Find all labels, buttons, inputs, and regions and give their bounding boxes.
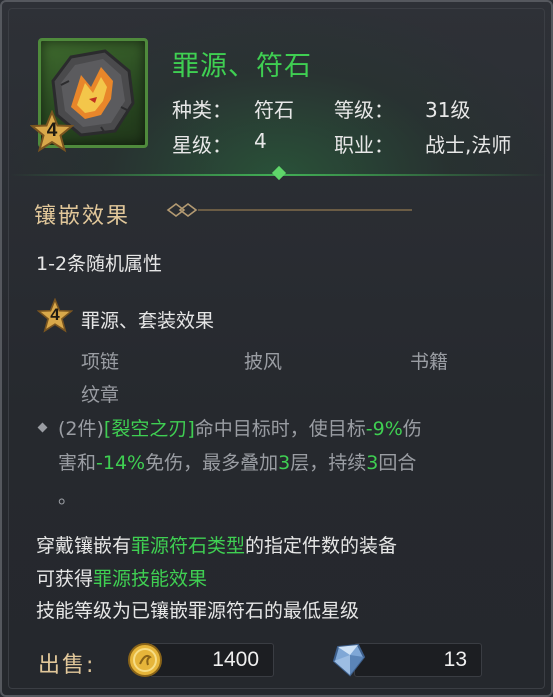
star-level-number: 4 xyxy=(46,120,58,141)
star-label: 星级： xyxy=(172,133,232,157)
class-label: 职业： xyxy=(334,133,394,157)
inlay-note-line-2: 可获得罪源技能效果 xyxy=(36,568,208,590)
set-star-number: 4 xyxy=(50,305,60,324)
star-value: 4 xyxy=(254,129,267,153)
set-piece-book: 书籍 xyxy=(410,351,449,373)
random-attribute-text: 1-2条随机属性 xyxy=(36,253,163,275)
inlay-note-line-3: 技能等级为已镶嵌罪源符石的最低星级 xyxy=(36,600,360,622)
type-label: 种类： xyxy=(172,98,232,122)
set-piece-necklace: 项链 xyxy=(81,351,120,373)
level-label: 等级： xyxy=(334,98,394,122)
star-level-badge: 4 xyxy=(30,110,74,154)
section-divider-ornament xyxy=(166,203,412,217)
set-effect-line-1: (2件)[裂空之刃]命中目标时，使目标-9%伤 xyxy=(58,418,422,440)
set-effect-line-2: 害和-14%免伤，最多叠加3层，持续3回合 xyxy=(58,452,417,474)
gem-price-box: 13 xyxy=(354,643,482,677)
class-value: 战士,法师 xyxy=(425,133,512,157)
set-piece-emblem: 纹章 xyxy=(81,384,120,406)
item-name: 罪源、符石 xyxy=(172,51,312,82)
set-effect-title: 罪源、套装效果 xyxy=(81,310,215,332)
set-effect-line-3: 。 xyxy=(58,486,78,508)
set-piece-cloak: 披风 xyxy=(244,351,283,373)
sell-label: 出售: xyxy=(38,653,96,678)
diamond-icon xyxy=(332,643,366,677)
gold-price-box: 1400 xyxy=(150,643,274,677)
gold-coin-icon xyxy=(128,643,162,677)
inlay-note-line-1: 穿戴镶嵌有罪源符石类型的指定件数的装备 xyxy=(36,535,398,557)
set-star-badge: 4 xyxy=(37,298,73,334)
effect-bullet xyxy=(37,422,48,433)
type-value: 符石 xyxy=(254,98,294,122)
inlay-section-title: 镶嵌效果 xyxy=(34,204,131,229)
item-tooltip-panel: 4 罪源、符石 种类： 符石 等级： 31级 星级： 4 职业： 战士,法师 镶… xyxy=(0,0,553,697)
level-value: 31级 xyxy=(425,98,471,122)
